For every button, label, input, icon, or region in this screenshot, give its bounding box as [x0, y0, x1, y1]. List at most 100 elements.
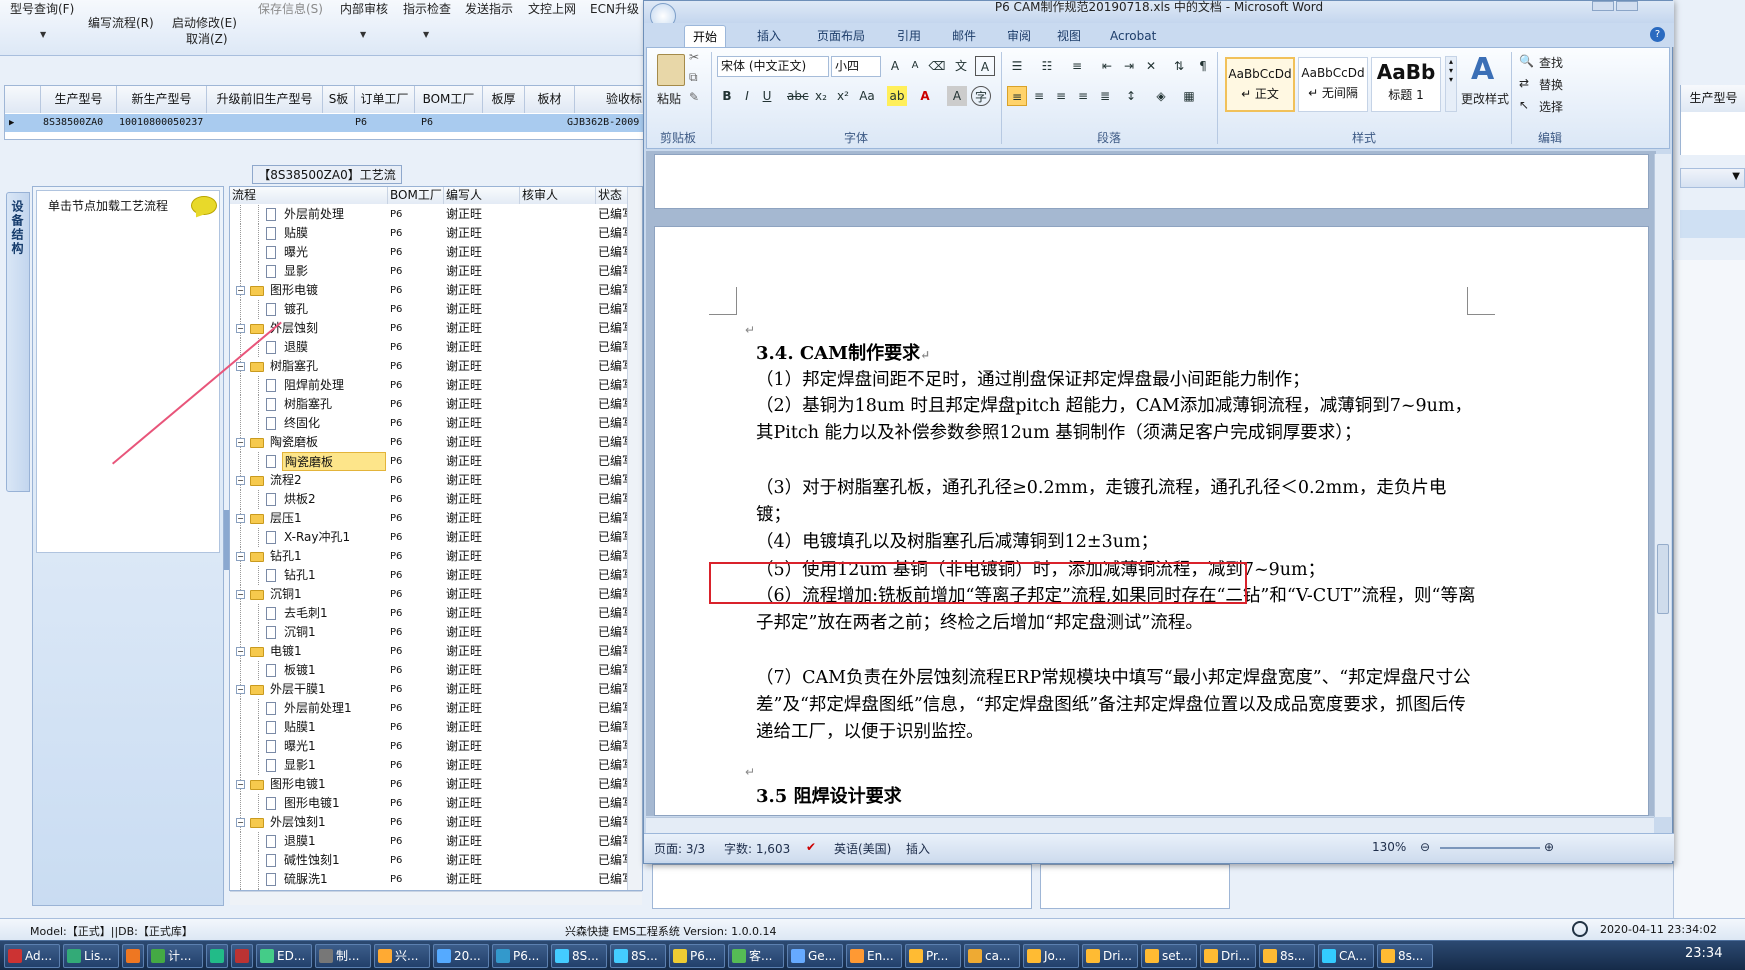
tree-row[interactable]: 外层前处理1P6谢正旺已编写: [230, 699, 630, 718]
status-cell[interactable]: 已编写: [598, 281, 630, 300]
tree-node-label[interactable]: 退膜: [282, 338, 386, 357]
tree-node-label[interactable]: 流程2: [268, 471, 386, 490]
writer-cell[interactable]: 谢正旺: [446, 319, 516, 338]
tree-node-label[interactable]: 外层前处理1: [282, 699, 386, 718]
taskbar-button[interactable]: CA...: [1318, 944, 1374, 968]
tree-node-label[interactable]: 树脂塞孔: [282, 395, 386, 414]
save-info-button[interactable]: 保存信息(S): [258, 0, 323, 17]
minimize-button[interactable]: [1592, 1, 1614, 11]
writer-cell[interactable]: 谢正旺: [446, 661, 516, 680]
taskbar-button[interactable]: ca...: [964, 944, 1020, 968]
collapse-icon[interactable]: −: [236, 476, 245, 485]
superscript-icon[interactable]: x²: [833, 86, 853, 106]
status-cell[interactable]: 已编写: [598, 699, 630, 718]
chevron-down-icon[interactable]: ▼: [1732, 171, 1740, 182]
writer-cell[interactable]: 谢正旺: [446, 338, 516, 357]
tree-row[interactable]: 沉铜1P6谢正旺已编写: [230, 623, 630, 642]
collapse-icon[interactable]: −: [236, 514, 245, 523]
status-cell[interactable]: 已编写: [598, 395, 630, 414]
send-instruction-button[interactable]: 发送指示: [465, 0, 513, 17]
tree-node-label[interactable]: 外层干膜1: [268, 680, 386, 699]
writer-cell[interactable]: 谢正旺: [446, 585, 516, 604]
taskbar-button[interactable]: Dri...: [1200, 944, 1256, 968]
distributed-icon[interactable]: ≣: [1095, 86, 1115, 106]
taskbar-button[interactable]: 计...: [147, 944, 203, 968]
tab-view[interactable]: 视图: [1049, 25, 1089, 47]
status-cell[interactable]: 已编写: [598, 262, 630, 281]
model-query-button[interactable]: 型号查询(F): [10, 0, 74, 17]
taskbar-button[interactable]: [231, 944, 253, 968]
grid-header[interactable]: 新生产型号: [117, 86, 207, 113]
page-indicator[interactable]: 页面: 3/3: [654, 840, 705, 857]
taskbar-button[interactable]: 20...: [433, 944, 489, 968]
font-name-combo[interactable]: 宋体 (中文正文): [717, 56, 829, 77]
doc-online-button[interactable]: 文控上网: [528, 0, 576, 17]
tree-row[interactable]: 贴膜1P6谢正旺已编写: [230, 718, 630, 737]
tree-vertical-scrollbar[interactable]: [627, 187, 642, 890]
grid-header[interactable]: 订单工厂: [355, 86, 415, 113]
writer-cell[interactable]: 谢正旺: [446, 566, 516, 585]
tab-page-layout[interactable]: 页面布局: [809, 25, 873, 47]
tree-row[interactable]: −图形电镀1P6谢正旺已编写: [230, 775, 630, 794]
show-marks-icon[interactable]: ¶: [1193, 56, 1213, 76]
numbering-icon[interactable]: ☷: [1037, 56, 1057, 76]
status-cell[interactable]: 已编写: [598, 680, 630, 699]
writer-cell[interactable]: 谢正旺: [446, 604, 516, 623]
increase-indent-icon[interactable]: ⇥: [1119, 56, 1139, 76]
writer-cell[interactable]: 谢正旺: [446, 509, 516, 528]
style-no-spacing[interactable]: AaBbCcDd ↵ 无间隔: [1298, 57, 1368, 112]
tree-row[interactable]: 钻孔1P6谢正旺已编写: [230, 566, 630, 585]
tree-header[interactable]: BOM工厂: [388, 187, 444, 204]
cut-icon[interactable]: ✂: [689, 50, 699, 64]
line-spacing-icon[interactable]: ↕: [1121, 86, 1141, 106]
writer-cell[interactable]: 谢正旺: [446, 794, 516, 813]
taskbar-button[interactable]: [206, 944, 228, 968]
cancel-button[interactable]: 取消(Z): [186, 30, 228, 47]
paste-icon[interactable]: [657, 54, 685, 86]
tree-row[interactable]: 曝光P6谢正旺已编写: [230, 243, 630, 262]
grid-header[interactable]: S板: [323, 86, 355, 113]
writer-cell[interactable]: 谢正旺: [446, 775, 516, 794]
chevron-down-icon[interactable]: ▼: [423, 30, 429, 39]
writer-cell[interactable]: 谢正旺: [446, 300, 516, 319]
tree-row[interactable]: −图形电镀P6谢正旺已编写: [230, 281, 630, 300]
tree-node-label[interactable]: 外层前处理: [282, 205, 386, 224]
status-cell[interactable]: 已编写: [598, 813, 630, 832]
paragraph[interactable]: （2）基铜为18um 时且邦定焊盘pitch 超能力，CAM添加减薄铜流程，减薄…: [756, 393, 1476, 447]
status-cell[interactable]: 已编写: [598, 547, 630, 566]
collapse-icon[interactable]: −: [236, 362, 245, 371]
tree-node-label[interactable]: 贴膜1: [282, 718, 386, 737]
tab-review[interactable]: 审阅: [999, 25, 1039, 47]
status-cell[interactable]: 已编写: [598, 737, 630, 756]
tree-node-label[interactable]: 电镀1: [268, 642, 386, 661]
tree-row[interactable]: X-Ray冲孔1P6谢正旺已编写: [230, 528, 630, 547]
status-cell[interactable]: 已编写: [598, 338, 630, 357]
ecn-upgrade-button[interactable]: ECN升级: [590, 0, 639, 17]
subscript-icon[interactable]: x₂: [811, 86, 831, 106]
grid-cell[interactable]: 8S38500ZA0: [43, 114, 103, 132]
font-color-icon[interactable]: A: [915, 86, 935, 106]
change-case-icon[interactable]: Aa: [857, 86, 877, 106]
zoom-out-icon[interactable]: ⊖: [1420, 840, 1430, 854]
tree-row[interactable]: 硫脲洗1P6谢正旺已编写: [230, 870, 630, 889]
tree-row[interactable]: 退膜P6谢正旺已编写: [230, 338, 630, 357]
status-cell[interactable]: 已编写: [598, 604, 630, 623]
status-cell[interactable]: 已编写: [598, 851, 630, 870]
collapse-icon[interactable]: −: [236, 780, 245, 789]
tree-row[interactable]: 树脂塞孔P6谢正旺已编写: [230, 395, 630, 414]
borders-icon[interactable]: ▦: [1179, 86, 1199, 106]
insert-mode[interactable]: 插入: [906, 840, 930, 857]
writer-cell[interactable]: 谢正旺: [446, 851, 516, 870]
taskbar-button[interactable]: 8s...: [1259, 944, 1315, 968]
taskbar-button[interactable]: ED...: [256, 944, 312, 968]
paragraph[interactable]: （7）CAM负责在外层蚀刻流程ERP常规模块中填写“最小邦定焊盘宽度”、“邦定焊…: [756, 665, 1476, 746]
writer-cell[interactable]: 谢正旺: [446, 205, 516, 224]
tree-node-label[interactable]: 陶瓷磨板: [282, 452, 386, 471]
tree-row[interactable]: 贴膜P6谢正旺已编写: [230, 224, 630, 243]
tree-row[interactable]: −流程2P6谢正旺已编写: [230, 471, 630, 490]
writer-cell[interactable]: 谢正旺: [446, 452, 516, 471]
status-cell[interactable]: 已编写: [598, 319, 630, 338]
start-edit-button[interactable]: 启动修改(E): [172, 14, 237, 31]
tree-row[interactable]: 外层前处理P6谢正旺已编写: [230, 205, 630, 224]
tree-row[interactable]: 曝光1P6谢正旺已编写: [230, 737, 630, 756]
